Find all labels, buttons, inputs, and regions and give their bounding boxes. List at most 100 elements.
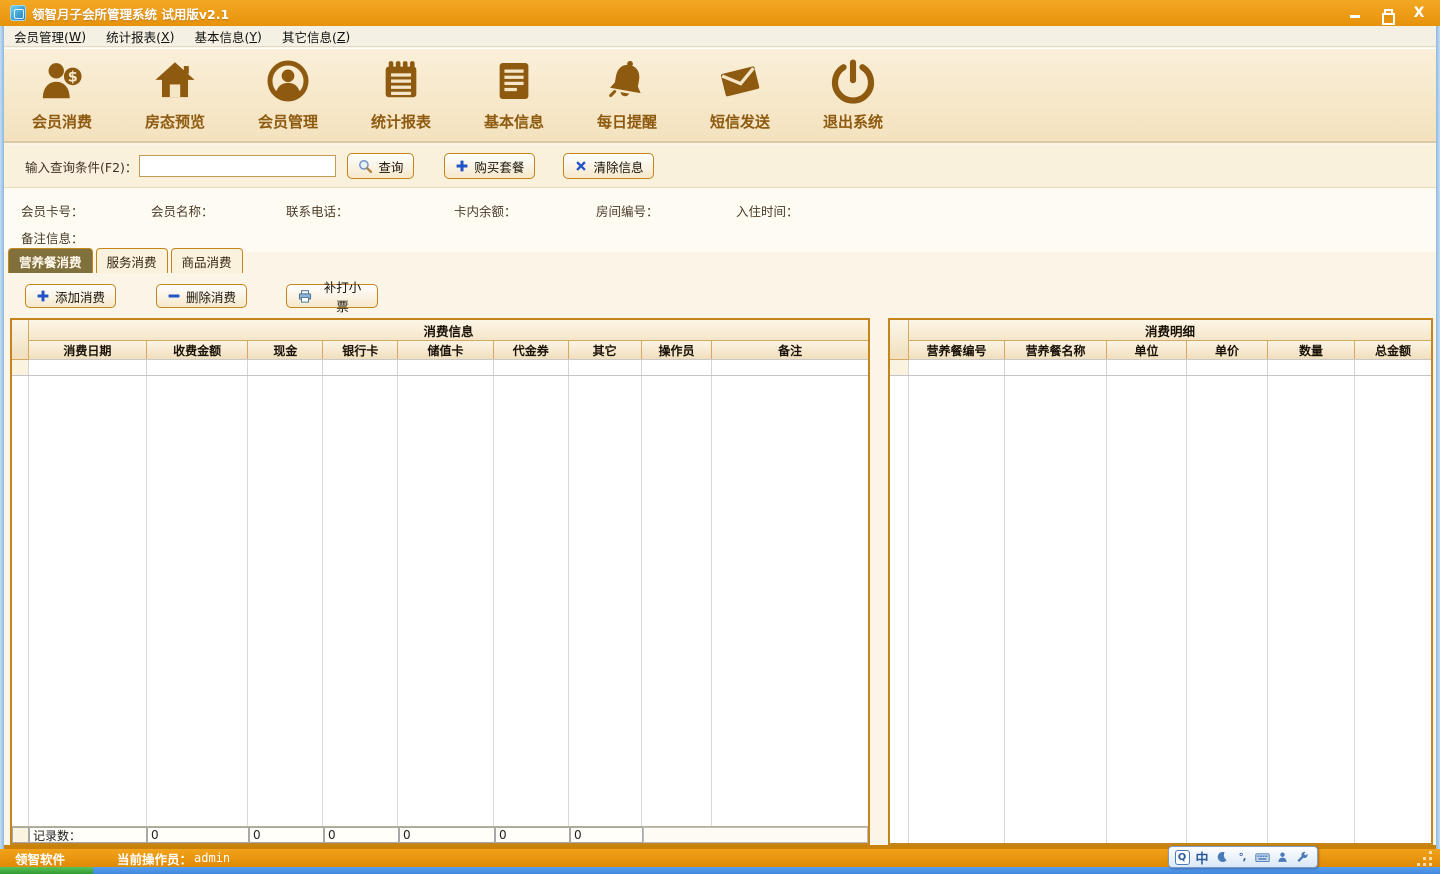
ime-soft-keyboard-icon[interactable] — [1252, 848, 1272, 866]
toolbar-sms-send[interactable]: 短信发送 — [690, 58, 790, 132]
tab-goods-consume[interactable]: 商品消费 — [171, 248, 243, 273]
column-header: 单位 — [1107, 341, 1187, 359]
column-header: 消费日期 — [29, 341, 147, 359]
svg-text:$: $ — [68, 69, 78, 85]
column-header: 储值卡 — [398, 341, 494, 359]
record-count-value: 0 — [324, 827, 399, 843]
column-header: 备注 — [712, 341, 868, 359]
toolbar-statistics-report[interactable]: 统计报表 — [351, 58, 451, 132]
menu-member-management[interactable]: 会员管理(W) — [4, 26, 96, 46]
ime-punctuation-icon[interactable]: °, — [1232, 848, 1252, 866]
remark-label: 备注信息： — [21, 228, 84, 247]
menu-bar: 会员管理(W) 统计报表(X) 基本信息(Y) 其它信息(Z) — [4, 26, 1436, 47]
tab-nutrition-meal-consume[interactable]: 营养餐消费 — [8, 248, 93, 273]
minimize-button[interactable] — [1348, 6, 1362, 20]
query-input[interactable] — [139, 155, 336, 177]
record-count-value: 0 — [399, 827, 495, 843]
app-logo-icon — [10, 5, 26, 21]
member-info-panel: 会员卡号： 会员名称： 联系电话： 卡内余额： 房间编号： 入住时间： 备注信息… — [4, 188, 1436, 252]
action-row: 添加消费 删除消费 补打小票 — [4, 273, 1436, 318]
column-header: 营养餐名称 — [1005, 341, 1107, 359]
column-header: 数量 — [1268, 341, 1355, 359]
column-header: 单价 — [1187, 341, 1268, 359]
toolbar-daily-reminder[interactable]: 每日提醒 — [577, 58, 677, 132]
record-count-value: 0 — [147, 827, 249, 843]
toolbar-basic-info[interactable]: 基本信息 — [464, 58, 564, 132]
row-selector-header — [12, 320, 29, 360]
operator-value: admin — [194, 851, 230, 865]
toolbar-exit-system[interactable]: 退出系统 — [803, 58, 903, 132]
ime-full-half-width-icon[interactable] — [1212, 848, 1232, 866]
ime-chinese-mode-icon[interactable]: 中 — [1192, 848, 1212, 866]
reprint-receipt-button[interactable]: 补打小票 — [286, 284, 378, 308]
app-window: 领智月子会所管理系统 试用版v2.1 X 会员管理(W) 统计报表(X) 基本信… — [0, 0, 1440, 874]
consume-info-table: 消费信息 消费日期 收费金额 现金 银行卡 储值卡 代金券 其它 操作员 备注 — [10, 318, 870, 845]
resize-grip[interactable] — [1413, 851, 1435, 866]
plus-icon — [455, 159, 469, 173]
tab-service-consume[interactable]: 服务消费 — [96, 248, 168, 273]
menu-basic-info[interactable]: 基本信息(Y) — [185, 26, 272, 46]
toolbar-member-manage[interactable]: 会员管理 — [238, 58, 338, 132]
sms-send-icon — [717, 58, 763, 104]
window-border-right — [1436, 26, 1440, 849]
empty-data-row — [890, 360, 1431, 376]
record-count-footer: 记录数： 0 0 0 0 0 0 — [12, 826, 868, 843]
toolbar-member-consume[interactable]: $ 会员消费 — [12, 58, 112, 132]
buy-package-button[interactable]: 购买套餐 — [444, 153, 535, 179]
main-toolbar: $ 会员消费 房态预览 会员管理 — [4, 48, 1436, 143]
report-icon — [378, 58, 424, 104]
member-card-label: 会员卡号： — [21, 201, 84, 220]
member-consume-icon: $ — [39, 58, 85, 104]
record-count-label: 记录数： — [29, 827, 147, 843]
column-header: 其它 — [569, 341, 642, 359]
column-header: 操作员 — [642, 341, 713, 359]
ime-logo-icon[interactable]: Q — [1172, 848, 1192, 866]
printer-icon — [297, 289, 313, 304]
plus-icon — [36, 289, 50, 303]
menu-other-info[interactable]: 其它信息(Z) — [272, 26, 360, 46]
member-name-label: 会员名称： — [151, 201, 214, 220]
room-number-label: 房间编号： — [596, 201, 659, 220]
consume-info-group-header: 消费信息 — [29, 320, 868, 341]
window-border-left — [0, 26, 4, 849]
start-button[interactable] — [0, 867, 93, 874]
menu-statistics-report[interactable]: 统计报表(X) — [96, 26, 184, 46]
consume-info-column-header: 消费日期 收费金额 现金 银行卡 储值卡 代金券 其它 操作员 备注 — [29, 341, 868, 360]
consume-info-grid-body[interactable] — [12, 376, 868, 826]
ime-settings-wrench-icon[interactable] — [1292, 848, 1312, 866]
card-balance-label: 卡内余额： — [454, 201, 517, 220]
consume-detail-group-header: 消费明细 — [909, 320, 1431, 341]
clear-x-icon — [574, 159, 588, 173]
consume-detail-grid-body[interactable] — [890, 376, 1431, 843]
search-bar: 输入查询条件(F2)： 查询 购买套餐 清除信息 — [4, 145, 1436, 188]
toolbar-room-status[interactable]: 房态预览 — [125, 58, 225, 132]
ime-skin-icon[interactable] — [1272, 848, 1292, 866]
close-button[interactable]: X — [1412, 6, 1426, 20]
windows-taskbar[interactable] — [0, 867, 1440, 874]
restore-button[interactable] — [1380, 6, 1394, 20]
row-selector-header — [890, 320, 909, 360]
clear-info-button[interactable]: 清除信息 — [563, 153, 654, 179]
operator-label: 当前操作员： — [117, 849, 192, 868]
phone-label: 联系电话： — [286, 201, 349, 220]
column-header: 现金 — [248, 341, 323, 359]
search-icon — [358, 159, 373, 174]
checkin-time-label: 入住时间： — [736, 201, 799, 220]
column-header: 总金额 — [1355, 341, 1431, 359]
delete-consume-button[interactable]: 删除消费 — [156, 284, 247, 308]
record-count-value: 0 — [570, 827, 643, 843]
query-button[interactable]: 查询 — [347, 153, 414, 179]
minus-icon — [167, 289, 181, 303]
brand-label: 领智软件 — [15, 849, 65, 868]
daily-reminder-icon — [604, 58, 650, 104]
consume-tabs: 营养餐消费 服务消费 商品消费 — [8, 252, 246, 273]
search-label: 输入查询条件(F2)： — [25, 157, 137, 176]
record-count-value: 0 — [249, 827, 324, 843]
room-status-icon — [152, 58, 198, 104]
ime-language-bar: Q 中 °, — [1168, 846, 1318, 868]
add-consume-button[interactable]: 添加消费 — [25, 284, 116, 308]
basic-info-icon — [491, 58, 537, 104]
consume-detail-column-header: 营养餐编号 营养餐名称 单位 单价 数量 总金额 — [909, 341, 1431, 360]
member-manage-icon — [265, 58, 311, 104]
empty-data-row — [12, 360, 868, 376]
